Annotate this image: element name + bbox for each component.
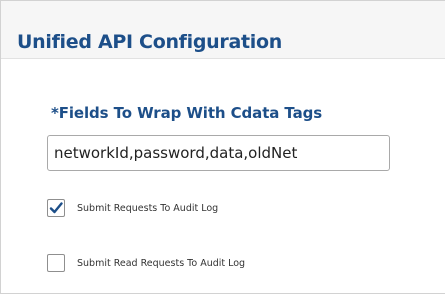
- cdata-fields-input[interactable]: [47, 135, 390, 171]
- unified-api-configuration-panel: Unified API Configuration *Fields To Wra…: [0, 0, 445, 294]
- panel-title: Unified API Configuration: [17, 31, 282, 53]
- submit-read-requests-audit-log-checkbox[interactable]: [47, 254, 65, 272]
- submit-requests-audit-log-checkbox[interactable]: [47, 199, 65, 217]
- submit-read-requests-audit-log-label: Submit Read Requests To Audit Log: [77, 257, 246, 269]
- submit-read-requests-audit-log-option[interactable]: Submit Read Requests To Audit Log: [47, 253, 245, 273]
- submit-requests-audit-log-label: Submit Requests To Audit Log: [77, 202, 219, 214]
- submit-requests-audit-log-option[interactable]: Submit Requests To Audit Log: [47, 198, 218, 218]
- cdata-fields-label: *Fields To Wrap With Cdata Tags: [51, 104, 323, 122]
- check-icon: [49, 202, 63, 214]
- panel-header: Unified API Configuration: [1, 1, 445, 59]
